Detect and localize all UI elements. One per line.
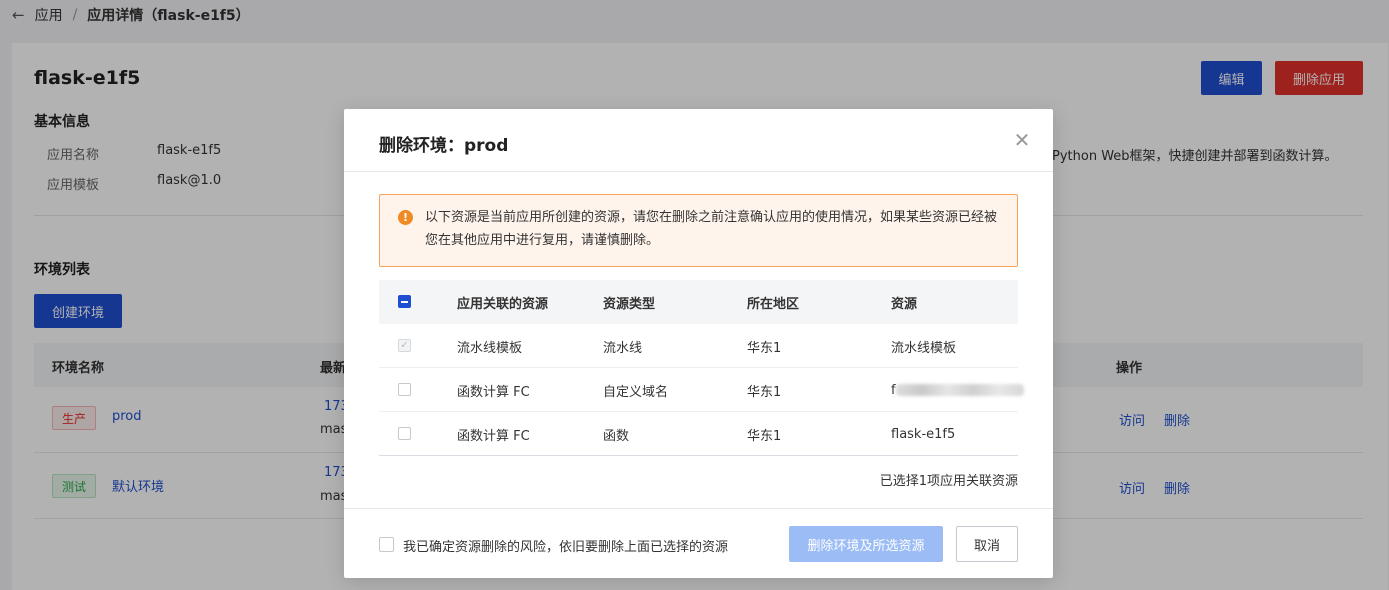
delete-env-dialog: 删除环境：prod ✕ ! 以下资源是当前应用所创建的资源，请您在删除之前注意确… bbox=[344, 109, 1053, 578]
resource-type-cell: 自定义域名 bbox=[603, 384, 669, 400]
selected-count: 已选择1项应用关联资源 bbox=[879, 474, 1018, 489]
resource-cell: f bbox=[891, 368, 1024, 412]
resource-text: f bbox=[891, 382, 896, 398]
row-checkbox[interactable] bbox=[398, 383, 411, 396]
table-row: 函数计算 FC 函数 华东1 flask-e1f5 bbox=[379, 412, 1018, 456]
close-icon[interactable]: ✕ bbox=[1011, 128, 1033, 152]
region-cell: 华东1 bbox=[747, 428, 782, 444]
column-header: 资源类型 bbox=[603, 296, 656, 312]
warning-icon: ! bbox=[398, 210, 413, 225]
resource-table: 应用关联的资源 资源类型 所在地区 资源 ✓ 流水线模板 流水线 华东1 流水线… bbox=[379, 280, 1024, 456]
dialog-header: 删除环境：prod ✕ bbox=[344, 109, 1053, 172]
confirm-risk-label[interactable]: 我已确定资源删除的风险，依旧要删除上面已选择的资源 bbox=[403, 536, 728, 555]
column-header: 所在地区 bbox=[747, 296, 800, 312]
resource-group-cell: 函数计算 FC bbox=[457, 384, 530, 400]
select-all-checkbox[interactable] bbox=[398, 295, 411, 308]
resource-group-cell: 流水线模板 bbox=[457, 340, 523, 356]
table-row: ✓ 流水线模板 流水线 华东1 流水线模板 bbox=[379, 324, 1018, 368]
redacted-text bbox=[895, 384, 1024, 396]
column-header: 应用关联的资源 bbox=[457, 296, 549, 312]
resource-type-cell: 函数 bbox=[603, 428, 630, 444]
confirm-risk-checkbox[interactable] bbox=[379, 537, 394, 552]
resource-cell: flask-e1f5 bbox=[891, 426, 956, 442]
cancel-button[interactable]: 取消 bbox=[956, 526, 1018, 562]
resource-cell: 流水线模板 bbox=[891, 340, 957, 356]
region-cell: 华东1 bbox=[747, 340, 782, 356]
row-checkbox[interactable] bbox=[398, 427, 411, 440]
region-cell: 华东1 bbox=[747, 384, 782, 400]
dialog-title: 删除环境：prod bbox=[379, 136, 509, 156]
row-checkbox: ✓ bbox=[398, 339, 411, 352]
warning-text: 以下资源是当前应用所创建的资源，请您在删除之前注意确认应用的使用情况，如果某些资… bbox=[425, 210, 998, 248]
resource-table-header: 应用关联的资源 资源类型 所在地区 资源 bbox=[379, 280, 1018, 324]
dialog-footer: 我已确定资源删除的风险，依旧要删除上面已选择的资源 删除环境及所选资源 取消 bbox=[344, 508, 1053, 578]
table-row: 函数计算 FC 自定义域名 华东1 f bbox=[379, 368, 1024, 412]
warning-alert: ! 以下资源是当前应用所创建的资源，请您在删除之前注意确认应用的使用情况，如果某… bbox=[379, 194, 1018, 267]
column-header: 资源 bbox=[891, 296, 918, 312]
resource-group-cell: 函数计算 FC bbox=[457, 428, 530, 444]
delete-env-resources-button[interactable]: 删除环境及所选资源 bbox=[789, 526, 943, 562]
resource-type-cell: 流水线 bbox=[603, 340, 643, 356]
